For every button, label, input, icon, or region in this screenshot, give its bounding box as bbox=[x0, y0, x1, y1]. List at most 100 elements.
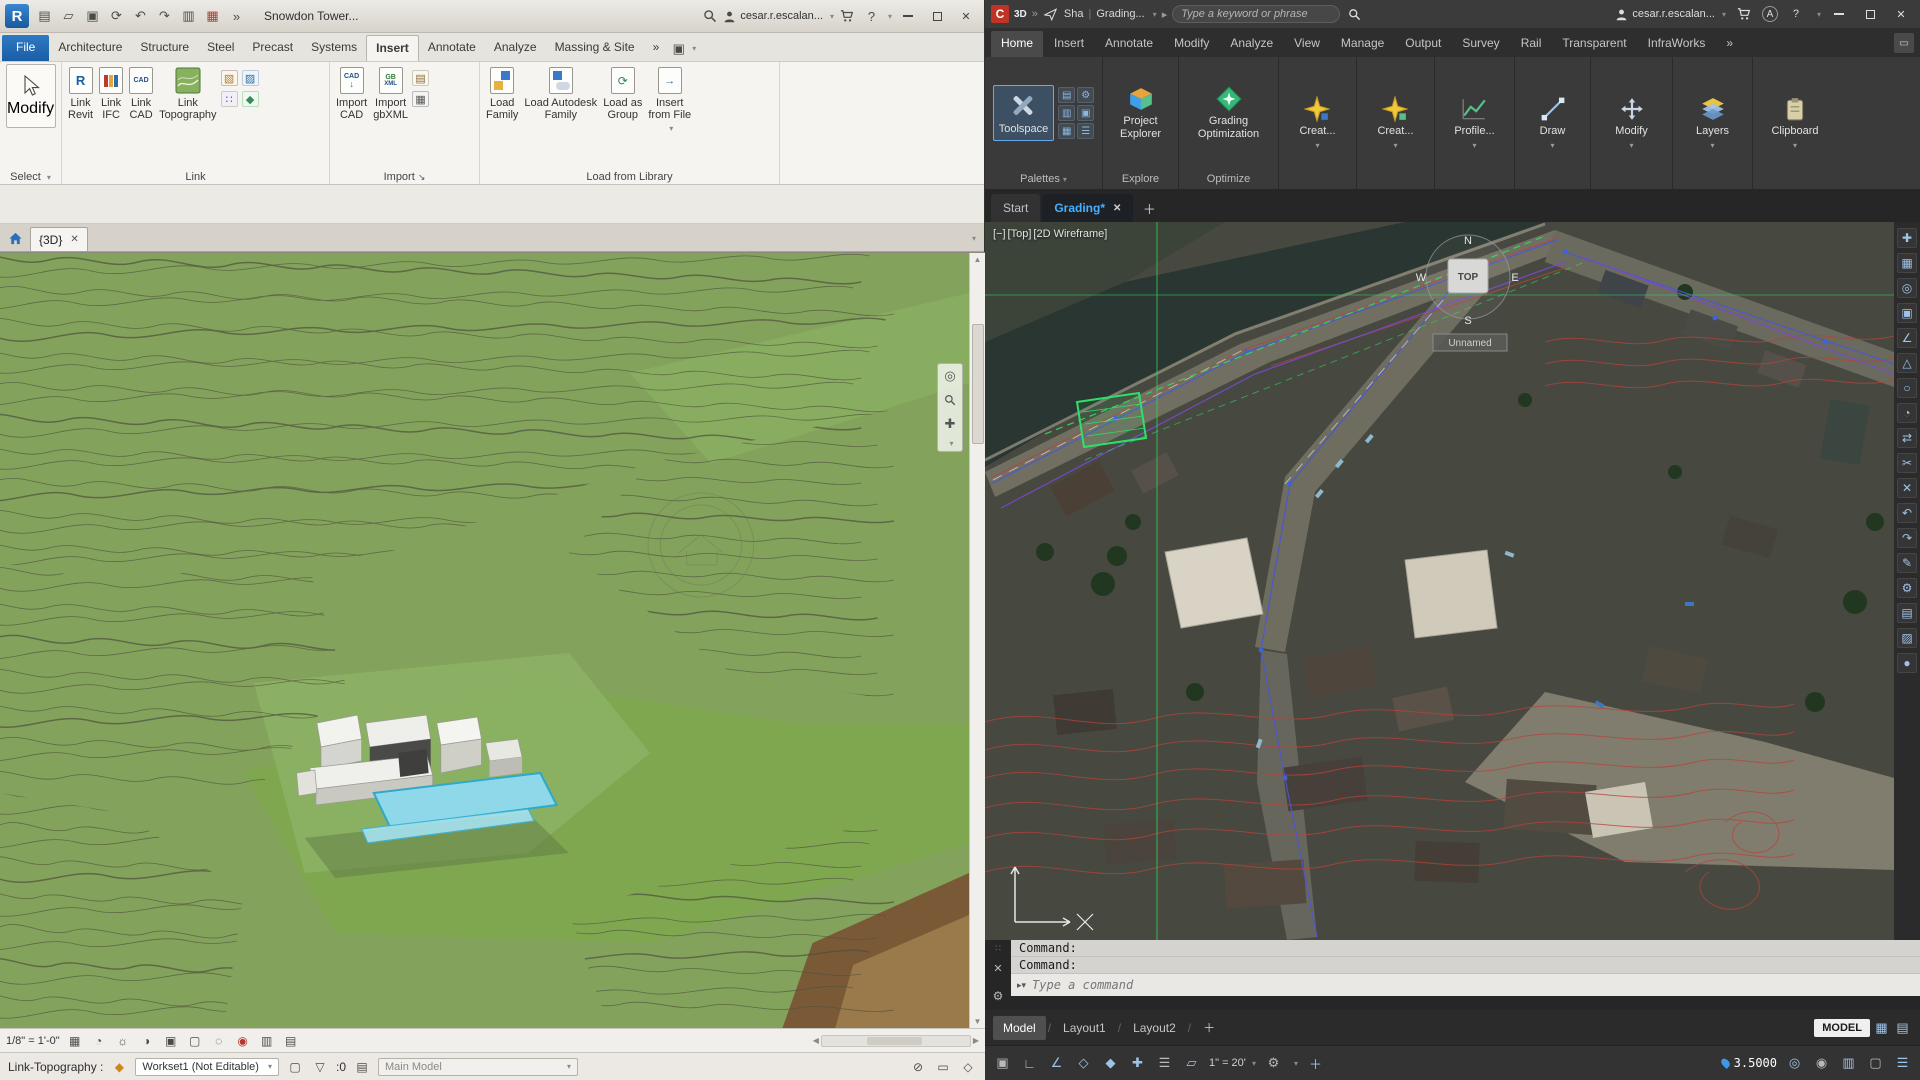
help-icon[interactable]: ? bbox=[861, 6, 882, 27]
toolspace-survey-icon[interactable]: ▥ bbox=[1058, 105, 1075, 121]
layout-grid-icon[interactable]: ▤ bbox=[1893, 1018, 1912, 1037]
tab-home[interactable]: Home bbox=[991, 31, 1043, 57]
import-image-icon[interactable]: ▤ bbox=[412, 70, 429, 86]
cart-icon[interactable] bbox=[837, 6, 858, 27]
view-properties-icon[interactable]: ▤ bbox=[282, 1032, 300, 1050]
edit-icon[interactable]: ✎ bbox=[1897, 553, 1917, 573]
chevron-down-icon[interactable]: ▾ bbox=[1793, 141, 1797, 150]
grid-icon[interactable]: ▤ bbox=[1897, 603, 1917, 623]
notification-icon[interactable]: A bbox=[1762, 6, 1778, 22]
viewcube-west[interactable]: W bbox=[1416, 272, 1427, 284]
tab-steel[interactable]: Steel bbox=[198, 35, 243, 61]
shadows-icon[interactable]: ◑ bbox=[138, 1032, 156, 1050]
properties-palette-icon[interactable]: ▦ bbox=[1058, 123, 1075, 139]
lineweight-icon[interactable]: ☰ bbox=[1155, 1054, 1174, 1073]
tab-architecture[interactable]: Architecture bbox=[49, 35, 131, 61]
tab-insert[interactable]: Insert bbox=[366, 35, 419, 61]
tab-systems[interactable]: Systems bbox=[302, 35, 366, 61]
polyline-icon[interactable]: △ bbox=[1897, 353, 1917, 373]
temporary-hide-icon[interactable]: ◌ bbox=[210, 1032, 228, 1050]
grading-optimization-button[interactable]: Grading Optimization bbox=[1183, 82, 1274, 143]
tab-annotate[interactable]: Annotate bbox=[1095, 31, 1163, 57]
erase-icon[interactable]: ✕ bbox=[1897, 478, 1917, 498]
ortho-icon[interactable]: ∟ bbox=[1020, 1054, 1039, 1073]
selection-filter-icon[interactable]: ▽ bbox=[311, 1058, 329, 1076]
layers-button[interactable]: Layers ▾ bbox=[1691, 92, 1734, 153]
share-icon[interactable] bbox=[1043, 6, 1059, 22]
viewcube-top-face[interactable]: TOP bbox=[1458, 272, 1479, 283]
zoom-icon[interactable] bbox=[941, 391, 959, 409]
exclude-options-icon[interactable]: ⊘ bbox=[909, 1058, 927, 1076]
layout-tab-layout2[interactable]: Layout2 bbox=[1123, 1016, 1186, 1040]
minimize-button[interactable] bbox=[1826, 4, 1852, 24]
load-as-group-button[interactable]: ⟳ Load asGroup bbox=[601, 64, 644, 166]
tab-massing-site[interactable]: Massing & Site bbox=[546, 35, 644, 61]
trim-icon[interactable]: ✂ bbox=[1897, 453, 1917, 473]
viewport-style-control[interactable]: [2D Wireframe] bbox=[1033, 228, 1107, 240]
tab-manage[interactable]: Manage bbox=[1331, 31, 1394, 57]
viewport-minimize-control[interactable]: [−] bbox=[993, 228, 1006, 240]
orbit-icon[interactable]: ◎ bbox=[1897, 278, 1917, 298]
share-label[interactable]: Sha bbox=[1064, 8, 1084, 20]
scroll-up-icon[interactable]: ▲ bbox=[974, 255, 982, 264]
maximize-button[interactable] bbox=[1857, 4, 1883, 24]
save-icon[interactable]: ▣ bbox=[82, 6, 103, 27]
close-view-icon[interactable]: ✕ bbox=[70, 234, 78, 245]
chevron-down-icon[interactable]: ▾ bbox=[1550, 141, 1554, 150]
recent-commands-icon[interactable]: ▸▾ bbox=[1017, 980, 1026, 991]
viewcube-south[interactable]: S bbox=[1464, 315, 1471, 327]
help-icon[interactable]: ? bbox=[1783, 4, 1809, 24]
load-autodesk-family-button[interactable]: Load AutodeskFamily bbox=[522, 64, 599, 166]
panel-launcher-icon[interactable]: ↘ bbox=[418, 172, 426, 182]
civil3d-drawing-viewport[interactable]: N W S E TOP Unnamed [−] [Top] [2D Wirefr… bbox=[985, 222, 1894, 940]
toolspace-button[interactable]: Toolspace bbox=[993, 85, 1055, 140]
grid-display-icon[interactable]: ▦ bbox=[1872, 1018, 1891, 1037]
detail-level-icon[interactable]: ▦ bbox=[66, 1032, 84, 1050]
customize-wrench-icon[interactable]: ⚙ bbox=[993, 989, 1004, 1003]
arc-icon[interactable]: ◔ bbox=[1897, 403, 1917, 423]
sync-icon[interactable]: ⟳ bbox=[106, 6, 127, 27]
isodraft-icon[interactable]: ◇ bbox=[1074, 1054, 1093, 1073]
close-button[interactable]: ✕ bbox=[953, 5, 979, 27]
chevron-down-icon[interactable]: ▾ bbox=[1393, 141, 1397, 150]
ribbon-display-icon[interactable]: ▭ bbox=[1894, 33, 1914, 53]
tab-rail[interactable]: Rail bbox=[1511, 31, 1552, 57]
viewcube-north[interactable]: N bbox=[1464, 235, 1472, 247]
annotation-scale-dropdown[interactable]: 1" = 20' ▾ bbox=[1209, 1057, 1256, 1069]
worksets-icon[interactable]: ◆ bbox=[110, 1058, 128, 1076]
civil3d-app-icon[interactable]: C bbox=[991, 5, 1009, 23]
editable-only-icon[interactable]: ▢ bbox=[286, 1058, 304, 1076]
file-list-icon[interactable]: ▤ bbox=[34, 6, 55, 27]
decal-icon[interactable]: ▨ bbox=[242, 70, 259, 86]
navbar-chevron-icon[interactable]: ▾ bbox=[949, 439, 953, 448]
sun-path-icon[interactable]: ☼ bbox=[114, 1032, 132, 1050]
qat-more-icon[interactable]: » bbox=[226, 6, 247, 27]
drawing-tab-grading[interactable]: Grading* ✕ bbox=[1042, 194, 1133, 222]
command-input[interactable] bbox=[1032, 978, 1920, 992]
print-icon[interactable]: ▥ bbox=[178, 6, 199, 27]
press-drag-icon[interactable]: ▭ bbox=[934, 1058, 952, 1076]
crop-region-icon[interactable]: ▢ bbox=[186, 1032, 204, 1050]
close-button[interactable]: ✕ bbox=[1888, 4, 1914, 24]
layout-tab-model[interactable]: Model bbox=[993, 1016, 1046, 1040]
redo-icon[interactable]: ↷ bbox=[154, 6, 175, 27]
pan-icon[interactable]: ✚ bbox=[941, 415, 959, 433]
hatch-icon[interactable]: ▨ bbox=[1897, 628, 1917, 648]
tab-output[interactable]: Output bbox=[1395, 31, 1451, 57]
close-drawing-icon[interactable]: ✕ bbox=[1113, 203, 1121, 214]
tab-annotate[interactable]: Annotate bbox=[419, 35, 485, 61]
tab-insert[interactable]: Insert bbox=[1044, 31, 1094, 57]
annotation-monitor-icon[interactable]: ＋ bbox=[1306, 1054, 1325, 1073]
manage-images-icon[interactable]: ▦ bbox=[412, 91, 429, 107]
minimize-button[interactable] bbox=[895, 5, 921, 27]
explore-panel-label[interactable]: Explore bbox=[1103, 169, 1178, 189]
horizontal-scrollbar[interactable]: ◀ ▶ bbox=[813, 1035, 979, 1047]
import-gbxml-button[interactable]: GBXML ImportgbXML bbox=[371, 64, 410, 166]
create-ground-data-button[interactable]: Creat... ▾ bbox=[1294, 92, 1340, 153]
chevron-down-icon[interactable]: ▾ bbox=[1153, 10, 1157, 19]
crop-view-icon[interactable]: ▣ bbox=[162, 1032, 180, 1050]
isolate-objects-icon[interactable]: ◉ bbox=[1812, 1054, 1831, 1073]
command-input-row[interactable]: ▸▾ bbox=[1011, 974, 1920, 996]
new-drawing-icon[interactable]: ＋ bbox=[1139, 198, 1159, 218]
settings-icon[interactable]: ⚙ bbox=[1897, 578, 1917, 598]
